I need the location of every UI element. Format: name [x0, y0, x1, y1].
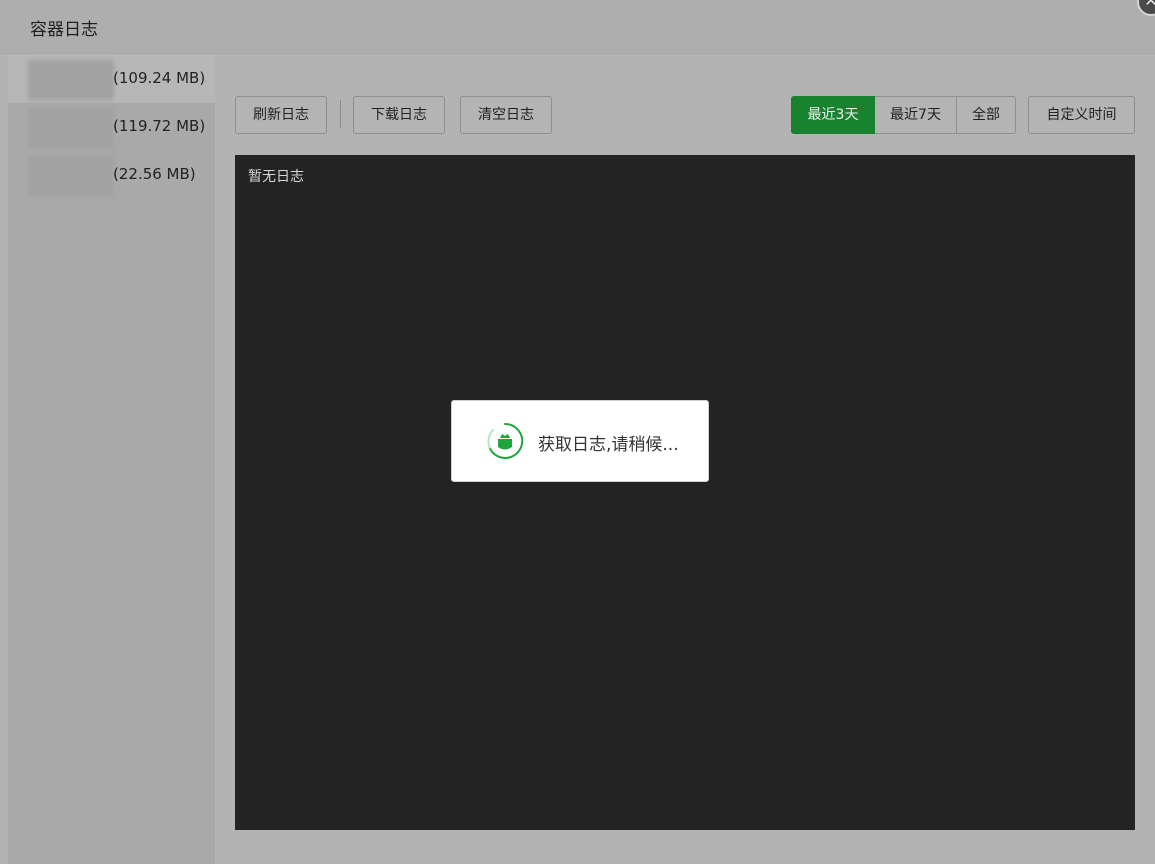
loading-spinner-icon: [487, 422, 524, 459]
container-item[interactable]: (109.24 MB): [8, 54, 215, 102]
container-log-size: (109.24 MB): [113, 69, 206, 87]
container-item[interactable]: (22.56 MB): [8, 150, 215, 198]
loading-text: 获取日志,请稍候...: [538, 435, 679, 455]
toolbar-divider: [340, 100, 341, 128]
close-icon[interactable]: ✕: [1137, 0, 1155, 16]
modal-header: 容器日志 ✕: [0, 0, 1155, 54]
download-log-button[interactable]: 下载日志: [353, 96, 445, 134]
time-range-group: 最近3天 最近7天 全部: [791, 96, 1016, 134]
container-name-redacted: [28, 60, 114, 100]
modal-title: 容器日志: [30, 20, 98, 40]
range-last-3-days-button[interactable]: 最近3天: [791, 96, 875, 134]
container-log-size: (22.56 MB): [113, 165, 196, 183]
container-name-redacted: [28, 108, 114, 148]
loading-dialog: 获取日志,请稍候...: [451, 400, 709, 482]
container-log-modal: 容器日志 ✕ (109.24 MB) (119.72 MB) (22.56 MB…: [0, 0, 1155, 864]
container-list: (109.24 MB) (119.72 MB) (22.56 MB): [0, 54, 215, 864]
range-all-button[interactable]: 全部: [957, 96, 1016, 134]
range-last-7-days-button[interactable]: 最近7天: [875, 96, 957, 134]
refresh-log-button[interactable]: 刷新日志: [235, 96, 327, 134]
empty-log-text: 暂无日志: [248, 169, 304, 185]
container-log-size: (119.72 MB): [113, 117, 206, 135]
sidebar-background: [8, 103, 215, 864]
container-item[interactable]: (119.72 MB): [8, 102, 215, 150]
custom-time-button[interactable]: 自定义时间: [1028, 96, 1135, 134]
log-output[interactable]: 暂无日志: [235, 155, 1135, 830]
clear-log-button[interactable]: 清空日志: [460, 96, 552, 134]
container-name-redacted: [28, 156, 114, 196]
